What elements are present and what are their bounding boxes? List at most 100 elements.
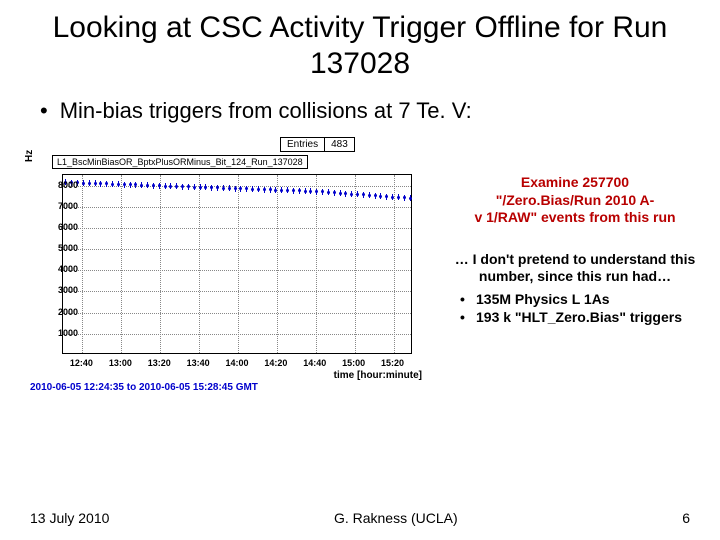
data-point [111,183,114,186]
examine-block: Examine 257700 "/Zero.Bias/Run 2010 A- v… [450,174,700,227]
data-point [304,190,307,193]
data-point [327,191,330,194]
data-point [152,184,155,187]
x-tick-label: 14:20 [264,358,287,368]
data-point [280,189,283,192]
data-point [298,189,301,192]
data-point [350,193,353,196]
sub-bullet-row: • 193 k "HLT_Zero.Bias" triggers [460,308,700,326]
x-tick-label: 14:00 [225,358,248,368]
data-point [175,185,178,188]
bullet-marker: • [460,308,476,326]
data-point [315,190,318,193]
y-tick-label: 5000 [58,243,78,253]
data-point [344,192,347,195]
data-point [117,183,120,186]
sub-bullets: • 135M Physics L 1As • 193 k "HLT_Zero.B… [450,290,700,326]
x-tick-label: 14:40 [303,358,326,368]
stat-label: Entries [281,138,324,151]
bullet-marker: • [460,290,476,308]
bullet-text: Min-bias triggers from collisions at 7 T… [60,98,472,124]
data-point [397,196,400,199]
stat-value: 483 [324,138,354,151]
data-point [321,190,324,193]
stat-box: Entries 483 [280,137,355,152]
data-point [123,183,126,186]
grid-line-v [121,175,122,353]
y-tick-label: 4000 [58,264,78,274]
grid-line-v [394,175,395,353]
data-point [409,197,412,200]
grid-line-v [82,175,83,353]
data-point [193,186,196,189]
data-point [234,187,237,190]
grid-line-h [63,334,411,335]
x-tick-label: 15:20 [381,358,404,368]
grid-line-h [63,186,411,187]
y-tick-label: 6000 [58,222,78,232]
grid-line-v [277,175,278,353]
bullet-row: • Min-bias triggers from collisions at 7… [0,90,720,134]
data-point [199,186,202,189]
examine-line2: "/Zero.Bias/Run 2010 A- [450,192,700,210]
grid-line-h [63,207,411,208]
data-point [82,182,85,185]
data-point [222,187,225,190]
chart-area: Entries 483 L1_BscMinBiasOR_BptxPlusORMi… [20,134,440,390]
grid-line-v [355,175,356,353]
data-point [146,184,149,187]
data-point [403,196,406,199]
grid-line-v [199,175,200,353]
data-point [164,185,167,188]
data-point [251,188,254,191]
slide-title: Looking at CSC Activity Trigger Offline … [0,0,720,90]
data-point [379,195,382,198]
x-tick-label: 15:00 [342,358,365,368]
plot-frame [62,174,412,354]
sub-bullet-text: 193 k "HLT_Zero.Bias" triggers [476,308,682,326]
histogram-title: L1_BscMinBiasOR_BptxPlusORMinus_Bit_124_… [52,155,308,169]
grid-line-v [160,175,161,353]
data-point [140,184,143,187]
data-point [362,193,365,196]
data-point [292,189,295,192]
bullet-marker: • [40,98,48,124]
grid-line-h [63,228,411,229]
footer-date: 13 July 2010 [30,510,109,526]
examine-line3: v 1/RAW" events from this run [450,209,700,227]
data-point [385,195,388,198]
data-point [169,185,172,188]
x-axis-label: time [hour:minute] [334,370,422,381]
data-point [239,187,242,190]
y-tick-label: 7000 [58,201,78,211]
data-point [269,188,272,191]
y-tick-label: 2000 [58,307,78,317]
data-point [181,185,184,188]
data-point [187,185,190,188]
y-tick-label: 3000 [58,285,78,295]
data-point [374,194,377,197]
disclaimer-text: … I don't pretend to understand this num… [450,251,700,286]
x-tick-label: 13:40 [187,358,210,368]
x-tick-label: 12:40 [70,358,93,368]
grid-line-h [63,249,411,250]
footer: 13 July 2010 G. Rakness (UCLA) 6 [0,510,720,526]
data-point [94,182,97,185]
data-point [216,186,219,189]
data-point [339,192,342,195]
plot-wrap: Hz time [hour:minute] 2010-06-05 12:24:3… [30,170,430,390]
footer-page: 6 [682,510,690,526]
grid-line-h [63,270,411,271]
data-point [228,187,231,190]
x-tick-label: 13:20 [148,358,171,368]
data-point [263,188,266,191]
grid-line-h [63,313,411,314]
data-point [356,193,359,196]
data-point [333,191,336,194]
grid-line-v [238,175,239,353]
sub-bullet-row: • 135M Physics L 1As [460,290,700,308]
grid-line-v [316,175,317,353]
data-point [88,182,91,185]
data-point [204,186,207,189]
data-point [391,196,394,199]
